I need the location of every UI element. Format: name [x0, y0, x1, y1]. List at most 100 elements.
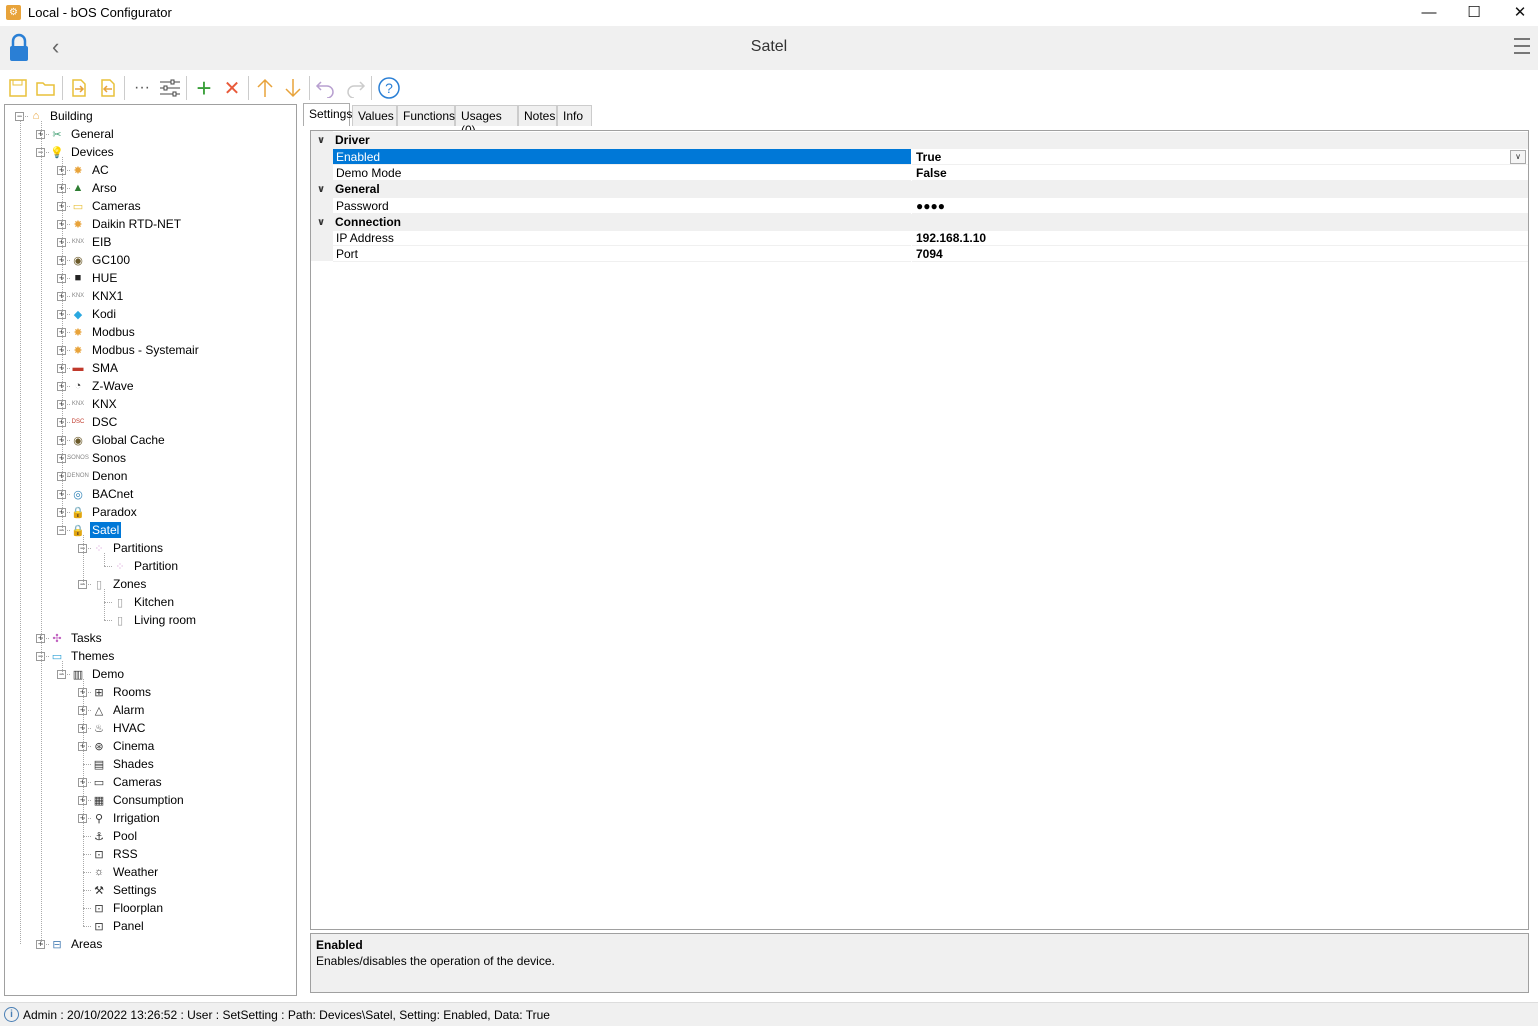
tree-node-label[interactable]: Weather: [111, 864, 160, 880]
tree-node[interactable]: ⁘ Partitions: [90, 539, 165, 557]
tree-node-label[interactable]: Floorplan: [111, 900, 165, 916]
tree-node[interactable]: KNX EIB: [69, 233, 113, 251]
property-name[interactable]: Port: [333, 246, 911, 262]
tree-node-label[interactable]: Building: [48, 108, 95, 124]
tree-node[interactable]: ▤ Shades: [90, 755, 156, 773]
tree-node[interactable]: ⊡ Panel: [90, 917, 146, 935]
tree-node-label[interactable]: Modbus - Systemair: [90, 342, 201, 358]
tree-node-label[interactable]: Rooms: [111, 684, 153, 700]
tree-node-label[interactable]: Shades: [111, 756, 156, 772]
tree-node-label[interactable]: Z-Wave: [90, 378, 136, 394]
tree-node-label[interactable]: HVAC: [111, 720, 147, 736]
tree-node[interactable]: ◔ Z-Wave: [69, 377, 136, 395]
category-general[interactable]: ∨ General: [311, 181, 1528, 198]
property-row-port[interactable]: Port 7094: [311, 246, 1528, 262]
tree-node[interactable]: DENON Denon: [67, 467, 129, 485]
tree-node[interactable]: ◆ Kodi: [69, 305, 118, 323]
tree-node-label[interactable]: KNX: [90, 396, 119, 412]
tree-node[interactable]: ✸ Modbus - Systemair: [69, 341, 201, 359]
tree-node-label[interactable]: Modbus: [90, 324, 137, 340]
property-grid[interactable]: ∨ Driver Enabled True ∨ Demo Mode False …: [310, 130, 1529, 930]
tree-node-label[interactable]: DSC: [90, 414, 119, 430]
tree-node[interactable]: ⚒ Settings: [90, 881, 158, 899]
help-icon[interactable]: ?: [376, 76, 402, 100]
move-down-icon[interactable]: [280, 76, 306, 100]
tree-node-label[interactable]: Tasks: [69, 630, 104, 646]
property-value[interactable]: 7094: [912, 246, 1528, 262]
tree-node[interactable]: ✸ Daikin RTD-NET: [69, 215, 183, 233]
save-icon[interactable]: [5, 76, 31, 100]
tree-node[interactable]: ◉ Global Cache: [69, 431, 167, 449]
settings-sliders-icon[interactable]: [157, 76, 183, 100]
tree-node[interactable]: ▯ Zones: [90, 575, 148, 593]
tree-node[interactable]: ▬ SMA: [69, 359, 120, 377]
tree-node[interactable]: 🔒 Satel: [69, 521, 122, 539]
category-connection[interactable]: ∨ Connection: [311, 214, 1528, 231]
tree-node-label[interactable]: Cameras: [111, 774, 164, 790]
maximize-button[interactable]: ☐: [1451, 0, 1497, 26]
property-value[interactable]: 192.168.1.10: [912, 230, 1528, 246]
tree-node[interactable]: KNX KNX: [69, 395, 119, 413]
tab-notes[interactable]: Notes: [518, 105, 557, 126]
open-icon[interactable]: [33, 76, 59, 100]
tree-node-label[interactable]: Partition: [132, 558, 180, 574]
property-value[interactable]: True ∨: [912, 149, 1528, 165]
device-tree[interactable]: − ⌂ Building + ✂ General − 💡 Devices + ✸ AC + ▲ Arso + ▭…: [4, 104, 297, 996]
tree-node-label[interactable]: Areas: [69, 936, 104, 952]
add-icon[interactable]: +: [191, 73, 217, 103]
tree-node-label[interactable]: AC: [90, 162, 111, 178]
tree-node-label[interactable]: Daikin RTD-NET: [90, 216, 183, 232]
tree-node-label[interactable]: Alarm: [111, 702, 146, 718]
tree-node[interactable]: ⊡ Floorplan: [90, 899, 165, 917]
delete-icon[interactable]: ✕: [219, 76, 245, 100]
category-driver[interactable]: ∨ Driver: [311, 132, 1528, 149]
tree-node[interactable]: ✸ Modbus: [69, 323, 137, 341]
property-row-password[interactable]: Password ●●●●: [311, 198, 1528, 214]
tree-node[interactable]: ⊞ Rooms: [90, 683, 153, 701]
tree-node-label[interactable]: Themes: [69, 648, 116, 664]
tab-values[interactable]: Values: [352, 105, 397, 126]
undo-icon[interactable]: [313, 76, 339, 100]
import-icon[interactable]: [66, 76, 92, 100]
tree-node-label[interactable]: Kodi: [90, 306, 118, 322]
menu-icon[interactable]: [1514, 38, 1530, 56]
tab-usages[interactable]: Usages (0): [455, 105, 518, 137]
tree-node-label[interactable]: Arso: [90, 180, 119, 196]
tree-node[interactable]: ⁘ Partition: [111, 557, 180, 575]
tab-info[interactable]: Info: [557, 105, 592, 126]
tree-node[interactable]: KNX KNX1: [69, 287, 125, 305]
tree-node[interactable]: ⊟ Areas: [48, 935, 104, 953]
tree-node[interactable]: ⊛ Cinema: [90, 737, 156, 755]
property-row-enabled[interactable]: Enabled True ∨: [311, 149, 1528, 165]
tree-node-label[interactable]: Consumption: [111, 792, 186, 808]
chevron-down-icon[interactable]: ∨: [1510, 150, 1526, 164]
tree-node-label[interactable]: EIB: [90, 234, 113, 250]
tree-node-label[interactable]: Paradox: [90, 504, 139, 520]
tree-node[interactable]: ✂ General: [48, 125, 116, 143]
tree-node-label[interactable]: SMA: [90, 360, 120, 376]
tree-node-label[interactable]: Panel: [111, 918, 146, 934]
tree-node[interactable]: 🔒 Paradox: [69, 503, 139, 521]
tree-node[interactable]: ⌂ Building: [27, 107, 95, 125]
tree-node[interactable]: ◉ GC100: [69, 251, 132, 269]
tree-node-label[interactable]: Devices: [69, 144, 116, 160]
tree-node-label[interactable]: Demo: [90, 666, 126, 682]
tree-node[interactable]: ▭ Cameras: [69, 197, 143, 215]
property-value[interactable]: ●●●●: [912, 198, 1528, 214]
tree-node-label[interactable]: BACnet: [90, 486, 135, 502]
tree-node[interactable]: ▥ Demo: [69, 665, 126, 683]
move-up-icon[interactable]: [252, 76, 278, 100]
property-row-demo-mode[interactable]: Demo Mode False: [311, 165, 1528, 181]
tree-node[interactable]: ⚓ Pool: [90, 827, 139, 845]
property-row-ip-address[interactable]: IP Address 192.168.1.10: [311, 230, 1528, 246]
tree-node-label[interactable]: RSS: [111, 846, 140, 862]
tree-node-label[interactable]: HUE: [90, 270, 119, 286]
tree-node-label[interactable]: Cinema: [111, 738, 156, 754]
close-button[interactable]: ✕: [1497, 0, 1538, 26]
tree-node[interactable]: ☼ Weather: [90, 863, 160, 881]
tree-node[interactable]: ✸ AC: [69, 161, 111, 179]
tree-node-label[interactable]: Living room: [132, 612, 198, 628]
tree-node[interactable]: △ Alarm: [90, 701, 146, 719]
chevron-down-icon[interactable]: ∨: [317, 214, 325, 231]
tree-node-label[interactable]: Irrigation: [111, 810, 162, 826]
